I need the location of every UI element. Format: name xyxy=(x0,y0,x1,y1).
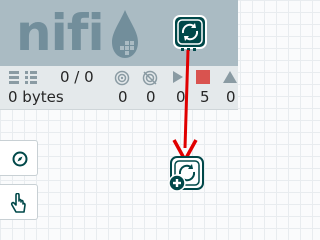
active-threads-icon xyxy=(9,71,19,84)
queued-count: 0 / 0 xyxy=(60,68,94,86)
nifi-logo-drop-icon xyxy=(112,10,138,58)
processor-tool-icon[interactable] xyxy=(170,12,210,52)
invalid-icon xyxy=(223,71,237,83)
navigate-palette-toggle[interactable] xyxy=(0,140,38,176)
transmitting-count: 0 xyxy=(118,88,128,106)
nifi-logo-text: nifi xyxy=(16,4,105,62)
operate-palette-toggle[interactable] xyxy=(0,184,38,220)
not-transmitting-count: 0 xyxy=(146,88,156,106)
processor-drag-ghost-icon[interactable] xyxy=(166,154,206,194)
queued-icon xyxy=(25,71,37,84)
not-transmitting-icon xyxy=(142,70,158,86)
queued-size: 0 bytes xyxy=(8,88,64,106)
invalid-count: 0 xyxy=(226,88,236,106)
compass-icon xyxy=(12,151,28,167)
pointer-hand-icon xyxy=(10,193,26,213)
transmitting-icon xyxy=(114,70,130,86)
